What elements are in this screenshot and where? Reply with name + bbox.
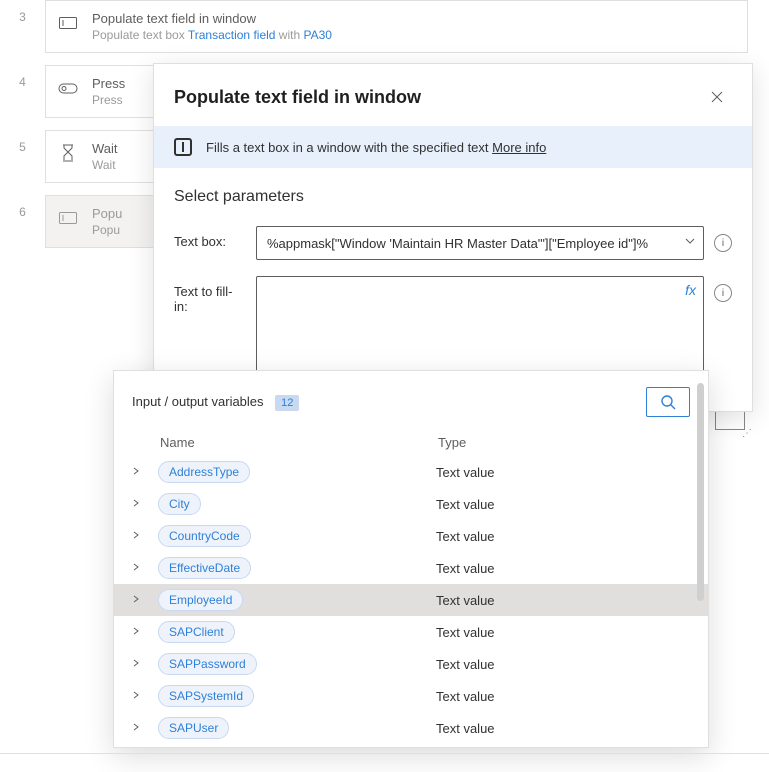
step-number: 3 [0, 0, 45, 24]
col-name: Name [160, 435, 438, 450]
close-icon [711, 91, 723, 103]
dialog-title: Populate text field in window [174, 87, 421, 108]
variable-type: Text value [436, 561, 690, 576]
footer-divider [0, 753, 769, 754]
variable-pill[interactable]: EmployeeId [158, 589, 243, 611]
variable-pill[interactable]: EffectiveDate [158, 557, 251, 579]
variable-pill[interactable]: AddressType [158, 461, 250, 483]
search-button[interactable] [646, 387, 690, 417]
step-subtitle: Press [92, 93, 125, 107]
variable-type: Text value [436, 721, 690, 736]
variable-row[interactable]: EmployeeId Text value [114, 584, 708, 616]
variable-pill[interactable]: SAPPassword [158, 653, 257, 675]
variable-type: Text value [436, 625, 690, 640]
step-number: 5 [0, 130, 45, 154]
variable-row[interactable]: EffectiveDate Text value [114, 552, 708, 584]
param-label-fill: Text to fill-in: [174, 276, 246, 314]
populate-text-icon [174, 138, 192, 156]
step-title: Press [92, 76, 125, 91]
chevron-right-icon[interactable] [132, 659, 158, 670]
variable-row[interactable]: SAPClient Text value [114, 616, 708, 648]
chevron-right-icon[interactable] [132, 595, 158, 606]
populate-text-icon [58, 208, 78, 228]
chevron-right-icon[interactable] [132, 531, 158, 542]
vars-columns: Name Type [114, 427, 708, 456]
variable-type: Text value [436, 465, 690, 480]
variable-row[interactable]: CountryCode Text value [114, 520, 708, 552]
search-icon [660, 394, 676, 410]
step-title: Populate text field in window [92, 11, 332, 26]
step-title: Popu [92, 206, 122, 221]
variable-row[interactable]: SAPPassword Text value [114, 648, 708, 680]
chevron-right-icon[interactable] [132, 627, 158, 638]
chevron-right-icon[interactable] [132, 499, 158, 510]
col-type: Type [438, 435, 690, 450]
chevron-right-icon[interactable] [132, 467, 158, 478]
variable-type: Text value [436, 689, 690, 704]
variable-pill[interactable]: SAPSystemId [158, 685, 254, 707]
dialog-info-text: Fills a text box in a window with the sp… [206, 140, 492, 155]
close-button[interactable] [702, 82, 732, 112]
variable-type: Text value [436, 529, 690, 544]
info-icon[interactable]: i [714, 234, 732, 252]
step-number: 6 [0, 195, 45, 219]
variables-popover: Input / output variables 12 Name Type Ad… [113, 370, 709, 748]
step-subtitle: Populate text box Transaction field with… [92, 28, 332, 42]
variable-pill[interactable]: SAPUser [158, 717, 229, 739]
section-title: Select parameters [174, 188, 732, 206]
vars-list[interactable]: AddressTypeText valueCityText valueCount… [114, 456, 708, 747]
press-button-icon [58, 78, 78, 98]
step-title: Wait [92, 141, 118, 156]
variable-pill[interactable]: SAPClient [158, 621, 235, 643]
info-icon[interactable]: i [714, 284, 732, 302]
vars-count-badge: 12 [275, 395, 299, 411]
scrollbar[interactable] [697, 383, 704, 601]
chevron-right-icon[interactable] [132, 723, 158, 734]
textbox-input[interactable] [256, 226, 704, 260]
variable-pill[interactable]: City [158, 493, 201, 515]
wait-icon [58, 143, 78, 163]
resize-grip-icon[interactable]: ⋰ [742, 428, 763, 770]
step-number: 4 [0, 65, 45, 89]
variable-pill[interactable]: CountryCode [158, 525, 251, 547]
fx-variable-picker[interactable]: fx [685, 282, 696, 298]
variable-row[interactable]: SAPSystemId Text value [114, 680, 708, 712]
variable-row[interactable]: City Text value [114, 488, 708, 520]
action-dialog: Populate text field in window Fills a te… [153, 63, 753, 412]
more-info-link[interactable]: More info [492, 140, 546, 155]
chevron-down-icon[interactable] [684, 235, 696, 250]
variable-type: Text value [436, 497, 690, 512]
variable-type: Text value [436, 593, 690, 608]
variable-type: Text value [436, 657, 690, 672]
param-label-textbox: Text box: [174, 226, 246, 249]
vars-heading: Input / output variables [132, 394, 264, 409]
step-subtitle: Wait [92, 158, 118, 172]
text-to-fill-input[interactable] [256, 276, 704, 372]
dialog-info-bar: Fills a text box in a window with the sp… [154, 126, 752, 168]
variable-row[interactable]: SAPUser Text value [114, 712, 708, 744]
chevron-right-icon[interactable] [132, 563, 158, 574]
variable-row[interactable]: AddressType Text value [114, 456, 708, 488]
chevron-right-icon[interactable] [132, 691, 158, 702]
step-subtitle: Popu [92, 223, 122, 237]
populate-text-icon [58, 13, 78, 33]
flow-step[interactable]: 3 Populate text field in window Populate… [0, 0, 748, 65]
